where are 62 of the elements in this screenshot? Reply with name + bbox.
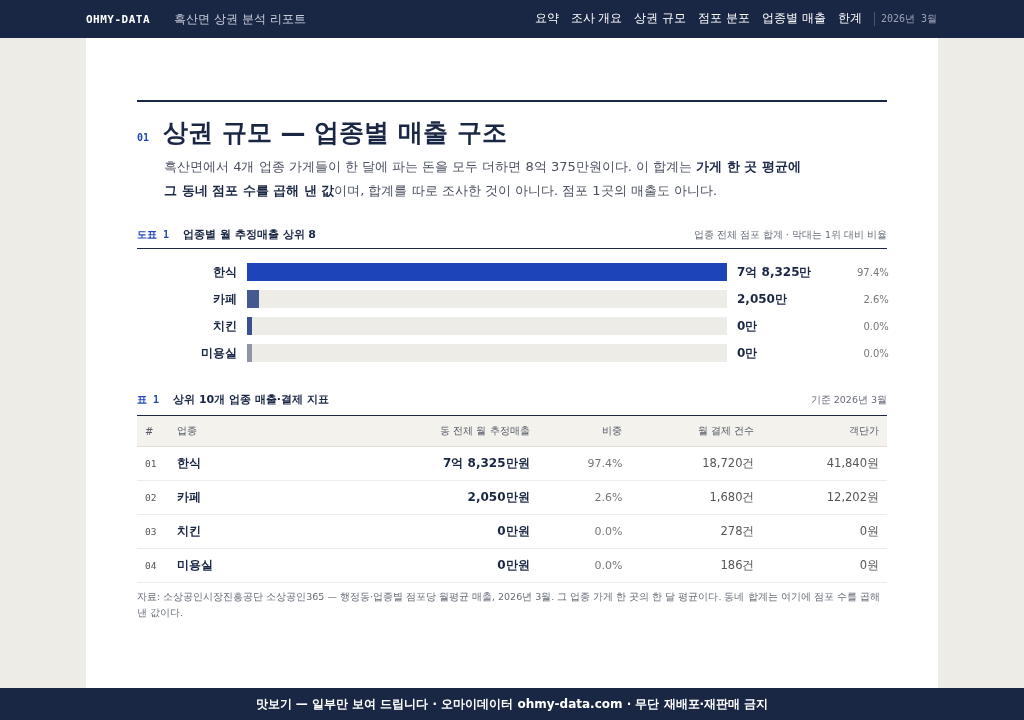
column-header: 객단가 [762, 416, 887, 447]
section-number: 01 [137, 132, 150, 143]
table-note: 기준 2026년 3월 [810, 394, 887, 407]
nav-link[interactable]: 요약 [534, 7, 559, 31]
table-label: 표 1 [137, 393, 160, 407]
table-cell: 0원 [762, 514, 887, 549]
bar-share: 0.0% [862, 320, 889, 332]
table-cell: 278건 [630, 514, 763, 549]
table-title: 상위 10개 업종 매출·결제 지표 [173, 392, 329, 407]
nav-link[interactable]: 한계 [837, 7, 862, 31]
lead-paragraph: 흑산면에서 4개 업종 가게들이 한 달에 파는 돈을 모두 더하면 8억 375만원이다. 이 합계는 가게 한 곳 평균에 그 동네 점포 수를 곱해 낸 값이며, 합계를 따로 조사한 것이 아니다. 점포 1곳의 매출도 아니다. [164, 158, 802, 200]
table-cell: 18,720건 [630, 446, 763, 481]
table-cell: 미용실 [169, 548, 345, 583]
bar-label: 미용실 [200, 344, 237, 362]
nav-link[interactable]: 점포 분포 [698, 7, 751, 31]
figure-label: 도표 1 [137, 228, 170, 242]
figure-note: 업종 전체 점포 합계 · 막대는 1위 대비 비율 [693, 229, 887, 242]
nav-link[interactable]: 업종별 매출 [762, 7, 826, 31]
column-header: 비중 [537, 416, 631, 447]
table-cell: 카페 [169, 480, 345, 515]
table-cell: 0원 [762, 548, 887, 583]
column-header: 월 결제 건수 [630, 416, 763, 447]
bar-share: 2.6% [862, 293, 889, 305]
table-cell: 186건 [630, 548, 763, 583]
source-note: 자료: 소상공인시장진흥공단 소상공인365 — 행정동·업종별 점포당 월평균 매출, 2026년 3월. 그 업종 가게 한 곳의 한 달 평균이다. 동네 합계는 여기에 점포 수를 곱해 낸 값이다. [137, 590, 881, 620]
bar-share: 97.4% [857, 266, 889, 278]
report-date: 2026년 3월 [873, 12, 937, 26]
table-cell: 41,840원 [762, 446, 887, 481]
table-cell: 0.0% [537, 514, 631, 549]
table-cell: 2.6% [537, 480, 631, 515]
table-cell: 0만원 [345, 514, 538, 549]
table-cell: 1,680건 [630, 480, 763, 515]
table-cell: 7억 8,325만원 [345, 446, 538, 481]
table-cell: 97.4% [537, 446, 631, 481]
bar-value: 2,050만 [737, 290, 788, 308]
bar-value: 0만 [737, 317, 759, 335]
banner-text: 맛보기 — 일부만 보여 드립니다 · 오마이데이터 ohmy-data.com · 무단 재배포·재판매 금지 [255, 695, 769, 713]
bar-value: 7억 8,325만 [737, 263, 813, 281]
bar-label: 치킨 [212, 317, 237, 335]
report-title: 흑산면 상권 분석 리포트 [174, 10, 306, 28]
table-cell: 04 [137, 548, 169, 583]
table-cell: 02 [137, 480, 169, 515]
table-cell: 03 [137, 514, 169, 549]
table-cell: 치킨 [169, 514, 345, 549]
column-header: 동 전체 월 추정매출 [345, 416, 538, 447]
table-cell: 2,050만원 [345, 480, 538, 515]
table-cell: 01 [137, 446, 169, 481]
column-header: # [137, 416, 169, 447]
logo[interactable]: OHMY-DATA [86, 12, 151, 26]
table-cell: 한식 [169, 446, 345, 481]
nav-link[interactable]: 조사 개요 [570, 7, 623, 31]
column-header: 업종 [169, 416, 345, 447]
bar-label: 한식 [212, 263, 237, 281]
table-cell: 0만원 [345, 548, 538, 583]
table-cell: 0.0% [537, 548, 631, 583]
bar-value: 0만 [737, 344, 759, 362]
figure-title: 업종별 월 추정매출 상위 8 [183, 227, 317, 242]
bar-label: 카페 [212, 290, 237, 308]
section-title: 상권 규모 — 업종별 매출 구조 [163, 117, 507, 149]
table-cell: 12,202원 [762, 480, 887, 515]
bar-share: 0.0% [862, 347, 889, 359]
nav-link[interactable]: 상권 규모 [634, 7, 687, 31]
